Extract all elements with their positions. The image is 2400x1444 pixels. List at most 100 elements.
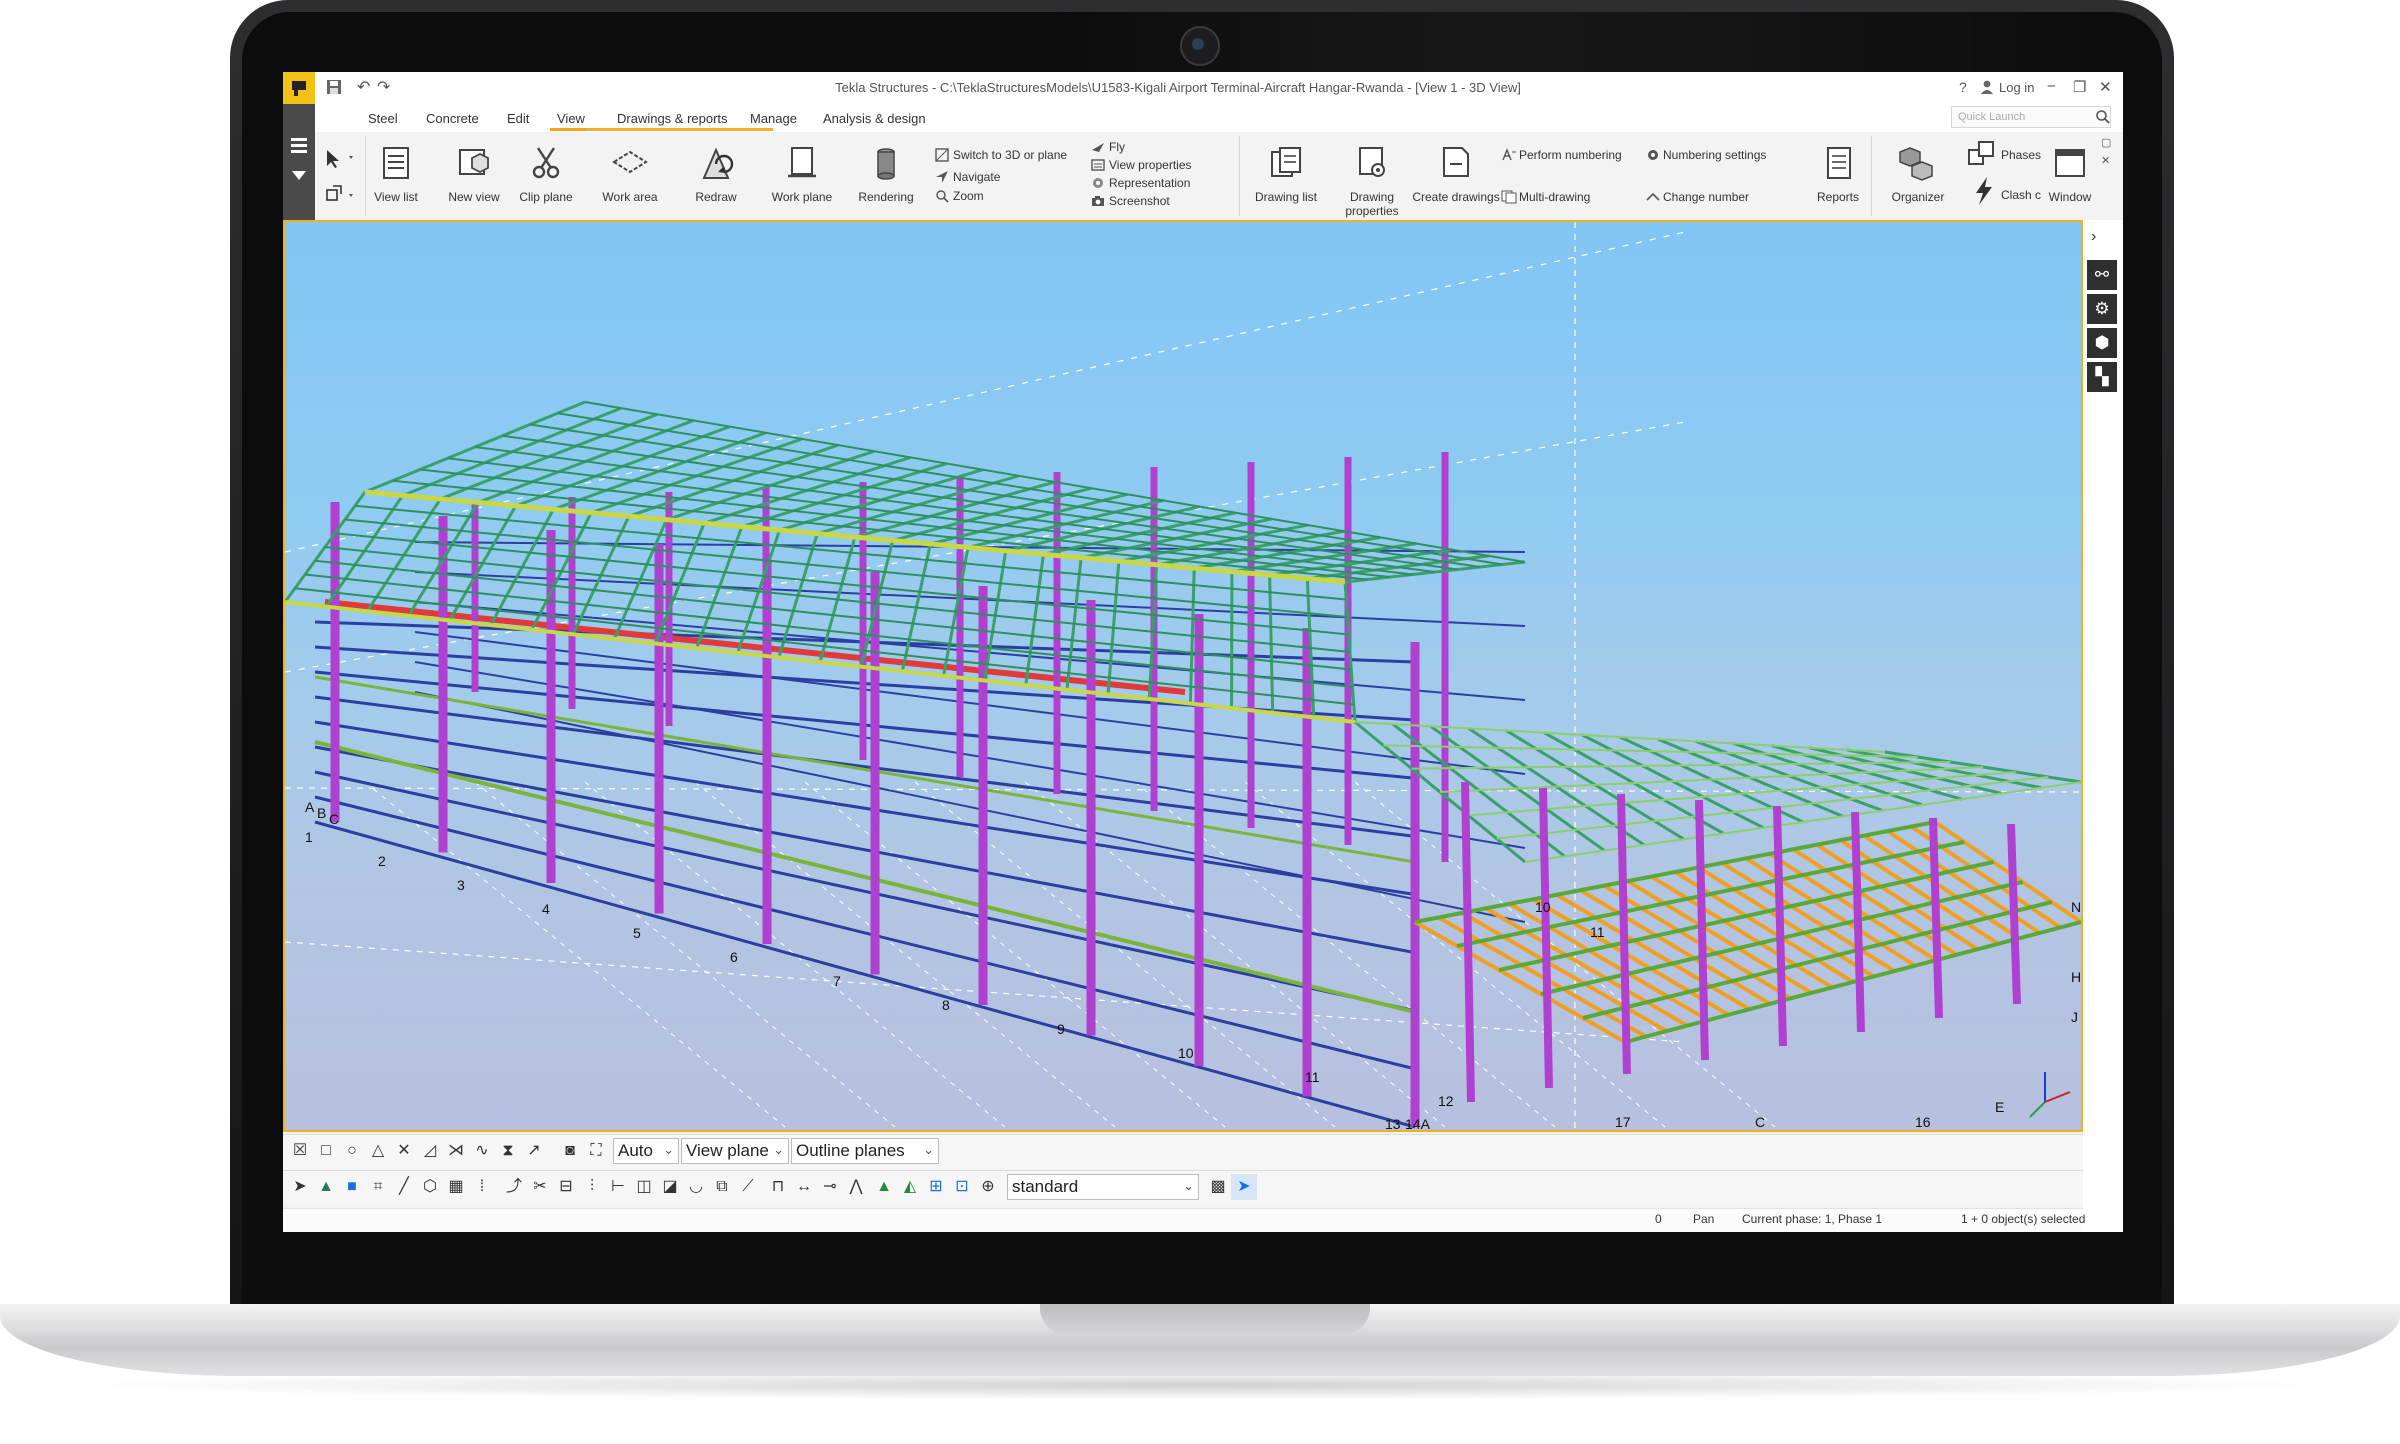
select-line-icon[interactable]: ╱ (391, 1174, 417, 1200)
menu-drawings-reports[interactable]: Drawings & reports (617, 111, 728, 126)
zoom-button[interactable]: Zoom (953, 189, 984, 203)
ribbon-pin-icon[interactable]: ▢ (2101, 136, 2111, 149)
restore-button[interactable]: ❐ (2073, 78, 2086, 96)
panel-collapse-icon[interactable]: › (2091, 228, 2096, 246)
organizer-button[interactable]: Organizer (1883, 134, 1953, 218)
snap-free-icon[interactable]: ◭ (897, 1174, 923, 1200)
numbering-settings-button[interactable]: Numbering settings (1663, 148, 1766, 162)
snap-corner-icon[interactable]: ◿ (417, 1138, 443, 1164)
select-component-icon[interactable]: ◪ (657, 1174, 683, 1200)
status-phase[interactable]: Current phase: 1, Phase 1 (1742, 1212, 1882, 1226)
undo-button[interactable]: ↶ (357, 77, 370, 97)
help-button[interactable]: ? (1959, 79, 1967, 95)
perform-numbering-button[interactable]: Perform numbering (1519, 148, 1622, 162)
link-properties-icon[interactable]: ⚯ (2087, 260, 2117, 290)
catalog-cube-icon[interactable]: ⬢ (2087, 328, 2117, 358)
switch-3d-button[interactable]: Switch to 3D or plane (953, 148, 1067, 162)
outline-planes-select[interactable]: Outline planes ⌄ (791, 1138, 939, 1164)
close-button[interactable]: ✕ (2099, 78, 2112, 96)
redo-button[interactable]: ↷ (377, 77, 390, 97)
snap-extension-icon[interactable]: ⊡ (949, 1174, 975, 1200)
multi-drawing-button[interactable]: Multi-drawing (1519, 190, 1590, 204)
save-icon[interactable] (325, 78, 343, 96)
arrow-snap-icon[interactable]: ↗ (521, 1138, 547, 1164)
snap-nearest-icon[interactable]: ⋀ (843, 1174, 869, 1200)
menu-analysis-design[interactable]: Analysis & design (823, 111, 926, 126)
cross-icon[interactable]: ✕ (391, 1138, 417, 1164)
applications-components-icon[interactable]: ▚ (2087, 362, 2117, 392)
new-view-button[interactable]: New view (439, 134, 509, 218)
snap-line-icon[interactable]: ⋊ (443, 1138, 469, 1164)
view-properties-button[interactable]: View properties (1109, 158, 1192, 172)
drawing-properties-button[interactable]: Drawing properties (1337, 134, 1407, 218)
select-surface-icon[interactable]: ◫ (631, 1174, 657, 1200)
select-cube-icon[interactable]: ⬡ (417, 1174, 443, 1200)
minimize-button[interactable]: − (2047, 78, 2056, 95)
create-drawings-button[interactable]: Create drawings (1412, 134, 1500, 218)
select-parts-icon[interactable]: ▲ (313, 1174, 339, 1200)
menu-view[interactable]: View (557, 111, 585, 126)
snap-grid-icon[interactable]: ⊞ (923, 1174, 949, 1200)
select-assembly-icon[interactable]: ■ (339, 1174, 365, 1200)
clip-plane-button[interactable]: Clip plane (511, 134, 581, 218)
fly-button[interactable]: Fly (1109, 140, 1125, 154)
reports-button[interactable]: Reports (1803, 134, 1873, 218)
plane-select[interactable]: View plane ⌄ (681, 1138, 789, 1164)
drawing-list-button[interactable]: Drawing list (1251, 134, 1321, 218)
quick-launch-input[interactable]: Quick Launch (1951, 106, 2111, 128)
ribbon-close-icon[interactable]: ✕ (2101, 154, 2110, 167)
select-weld-icon[interactable]: ⤴ (501, 1174, 527, 1200)
menu-concrete[interactable]: Concrete (426, 111, 479, 126)
tekla-logo-icon[interactable] (283, 72, 315, 104)
menu-edit[interactable]: Edit (507, 111, 529, 126)
select-grid-icon[interactable]: ⌗ (365, 1174, 391, 1200)
hourglass-icon[interactable]: ⧗ (495, 1138, 521, 1164)
select-rebar-icon[interactable]: ⫶ (579, 1174, 605, 1200)
checker-pattern-icon[interactable]: ▩ (1205, 1174, 1231, 1200)
select-pour-icon[interactable]: ⊢ (605, 1174, 631, 1200)
select-bolts-icon[interactable]: ⁞ (469, 1174, 495, 1200)
circle-icon[interactable]: ○ (339, 1138, 365, 1164)
snap-geometry-icon[interactable]: ▲ (871, 1174, 897, 1200)
select-cut-icon[interactable]: ✂ (527, 1174, 553, 1200)
snap-zoom-icon[interactable]: ⊕ (975, 1174, 1001, 1200)
select-tools[interactable] (321, 146, 361, 216)
select-layers-icon[interactable]: ⧉ (709, 1174, 735, 1200)
rendering-button[interactable]: Rendering (851, 134, 921, 218)
redraw-button[interactable]: Redraw (681, 134, 751, 218)
work-plane-button[interactable]: Work plane (767, 134, 837, 218)
screenshot-button[interactable]: Screenshot (1109, 194, 1170, 208)
snap-midpoint-icon[interactable]: ⊸ (817, 1174, 843, 1200)
curve-icon[interactable]: ∿ (469, 1138, 495, 1164)
menu-manage[interactable]: Manage (750, 111, 797, 126)
search-icon[interactable] (2095, 109, 2111, 125)
snap-endpoint-icon[interactable]: ↔ (791, 1174, 817, 1200)
menu-steel[interactable]: Steel (368, 111, 398, 126)
select-all-icon[interactable]: ☒ (287, 1138, 313, 1164)
view-list-button[interactable]: View list (361, 134, 431, 218)
select-mesh-icon[interactable]: ▦ (443, 1174, 469, 1200)
rectangle-icon[interactable]: □ (313, 1138, 339, 1164)
hamburger-menu-icon[interactable] (289, 134, 309, 158)
triangle-icon[interactable]: △ (365, 1138, 391, 1164)
window-button[interactable]: Window (2035, 134, 2105, 218)
3d-viewport[interactable]: 1 2 3 4 5 6 7 8 9 10 11 12 13 14A A B C C E J H N 16 17 10 11 (283, 220, 2083, 1132)
snap-frame-icon[interactable]: ⛶ (583, 1138, 609, 1164)
select-hole-icon[interactable]: ◡ (683, 1174, 709, 1200)
select-edge-icon[interactable]: ⟋ (735, 1174, 761, 1200)
navigate-button[interactable]: Navigate (953, 170, 1000, 184)
user-icon[interactable] (1980, 80, 1994, 94)
select-reinforcement-icon[interactable]: ⊟ (553, 1174, 579, 1200)
select-filter-icon[interactable]: ➤ (1231, 1174, 1257, 1200)
change-number-button[interactable]: Change number (1663, 190, 1749, 204)
representation-button[interactable]: Representation (1109, 176, 1190, 190)
snap-depth-select[interactable]: Auto ⌄ (613, 1138, 679, 1164)
login-link[interactable]: Log in (1999, 80, 2034, 95)
work-area-button[interactable]: Work area (595, 134, 665, 218)
pointer-icon[interactable]: ➤ (287, 1174, 313, 1200)
standard-select[interactable]: standard ⌄ (1007, 1174, 1199, 1200)
snap-reference-icon[interactable]: ⊓ (765, 1174, 791, 1200)
snap-point-icon[interactable]: ◙ (557, 1138, 583, 1164)
menu-expand-icon[interactable] (291, 168, 307, 180)
settings-gear-icon[interactable]: ⚙ (2087, 294, 2117, 324)
